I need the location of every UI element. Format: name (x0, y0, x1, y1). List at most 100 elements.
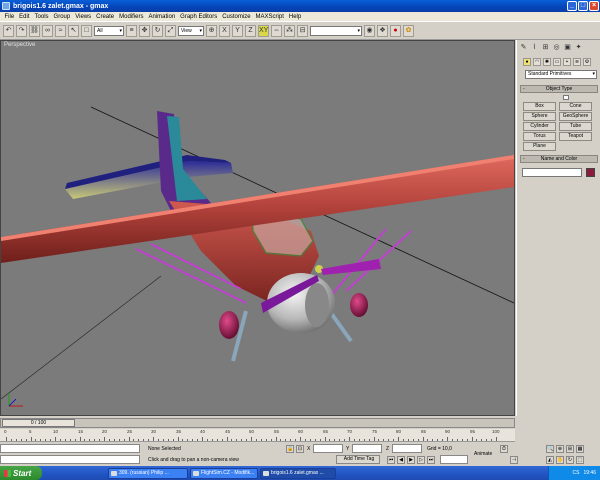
selection-filter-dropdown[interactable]: All (94, 25, 124, 36)
go-to-start-icon[interactable]: ⏮ (387, 456, 395, 464)
time-slider-thumb[interactable]: 0 / 100 (2, 419, 75, 427)
zoom-all-icon[interactable]: ⊕ (556, 445, 564, 453)
add-time-tag-button[interactable]: Add Time Tag (336, 455, 380, 464)
maxscript-listener-field[interactable] (0, 444, 140, 453)
undo-icon[interactable]: ↶ (3, 24, 14, 37)
geosphere-button[interactable]: GeoSphere (559, 112, 592, 121)
cylinder-button[interactable]: Cylinder (523, 122, 556, 131)
menu-animation[interactable]: Animation (146, 14, 178, 20)
perspective-viewport[interactable]: Perspective (0, 40, 515, 416)
time-slider-track[interactable] (0, 418, 515, 428)
zoom-extents-icon[interactable]: ⊞ (566, 445, 574, 453)
menu-edit[interactable]: Edit (17, 14, 32, 20)
close-button[interactable]: × (589, 1, 599, 11)
menu-file[interactable]: File (2, 14, 17, 20)
mirror-icon[interactable]: ⇔ (271, 24, 282, 37)
menu-tools[interactable]: Tools (32, 14, 51, 20)
menu-group[interactable]: Group (51, 14, 73, 20)
array-icon[interactable]: ⁂ (284, 24, 295, 37)
menu-views[interactable]: Views (73, 14, 94, 20)
geometry-icon[interactable]: ● (523, 58, 531, 66)
previous-frame-icon[interactable]: ◀ (397, 456, 405, 464)
lock-selection-icon[interactable]: 🔒 (286, 445, 294, 453)
taskbar-item-gmax[interactable]: brigois1.6 zalet.gmax ... (260, 468, 336, 479)
display-tab-icon[interactable]: ▣ (563, 43, 572, 52)
object-color-swatch[interactable] (586, 168, 595, 177)
helpers-icon[interactable]: + (563, 58, 571, 66)
x-coordinate-field[interactable] (313, 444, 343, 453)
cone-button[interactable]: Cone (559, 102, 592, 111)
shapes-icon[interactable]: ◠ (533, 58, 541, 66)
menu-maxscript[interactable]: MAXScript (253, 14, 286, 20)
start-button[interactable]: Start (0, 466, 42, 480)
select-region-icon[interactable]: □ (81, 24, 92, 37)
menu-customize[interactable]: Customize (220, 14, 253, 20)
arc-rotate-icon[interactable]: ↻ (566, 456, 574, 464)
key-mode-icon[interactable]: ⊣ (510, 456, 518, 464)
object-name-field[interactable] (522, 168, 582, 177)
plane-button[interactable]: Plane (523, 142, 556, 151)
space-warps-icon[interactable]: ≋ (573, 58, 581, 66)
maximize-button[interactable]: □ (578, 1, 588, 11)
zoom-icon[interactable]: 🔍 (546, 445, 554, 453)
torus-button[interactable]: Torus (523, 132, 556, 141)
pan-icon[interactable]: ✋ (556, 456, 564, 464)
maximize-viewport-icon[interactable]: ⬚ (576, 456, 584, 464)
restrict-y-icon[interactable]: Y (232, 24, 243, 37)
create-tab-icon[interactable]: ✎ (519, 43, 528, 52)
modify-tab-icon[interactable]: ⌇ (530, 43, 539, 52)
zoom-extents-all-icon[interactable]: ▦ (576, 445, 584, 453)
language-indicator[interactable]: CS (573, 470, 580, 476)
cameras-icon[interactable]: ▭ (553, 58, 561, 66)
utilities-tab-icon[interactable]: ✦ (574, 43, 583, 52)
teapot-render-icon[interactable]: ● (390, 24, 401, 37)
absolute-mode-icon[interactable]: ⊡ (296, 445, 304, 453)
redo-icon[interactable]: ↷ (16, 24, 27, 37)
sphere-button[interactable]: Sphere (523, 112, 556, 121)
tube-button[interactable]: Tube (559, 122, 592, 131)
named-selection-dropdown[interactable] (310, 25, 362, 36)
box-button[interactable]: Box (523, 102, 556, 111)
hierarchy-tab-icon[interactable]: ⊞ (541, 43, 550, 52)
bind-space-warp-icon[interactable]: ≈ (55, 24, 66, 37)
reference-coordinate-dropdown[interactable]: View (178, 25, 204, 36)
select-scale-icon[interactable]: ⤢ (165, 24, 176, 37)
select-move-icon[interactable]: ✥ (139, 24, 150, 37)
restrict-z-icon[interactable]: Z (245, 24, 256, 37)
quick-render-icon[interactable]: ✿ (403, 24, 414, 37)
name-and-color-rollout[interactable]: - Name and Color (520, 155, 598, 163)
field-of-view-icon[interactable]: ◭ (546, 456, 554, 464)
select-object-icon[interactable]: ↖ (68, 24, 79, 37)
object-type-rollout[interactable]: - Object Type (520, 85, 598, 93)
time-configuration-icon[interactable]: ⏱ (500, 445, 508, 453)
minimize-button[interactable]: _ (567, 1, 577, 11)
render-icon[interactable]: ❖ (377, 24, 388, 37)
motion-tab-icon[interactable]: ◎ (552, 43, 561, 52)
select-link-icon[interactable]: ⛓ (29, 24, 40, 37)
menu-modifiers[interactable]: Modifiers (117, 14, 146, 20)
unlink-icon[interactable]: ∞ (42, 24, 53, 37)
restrict-xy-icon[interactable]: XY (258, 24, 269, 37)
menu-create[interactable]: Create (94, 14, 117, 20)
restrict-x-icon[interactable]: X (219, 24, 230, 37)
current-frame-field[interactable] (440, 455, 468, 464)
pivot-center-icon[interactable]: ⊕ (206, 24, 217, 37)
autogrid-checkbox[interactable] (563, 95, 569, 100)
menu-help[interactable]: Help (286, 14, 303, 20)
maxscript-output-field[interactable] (0, 455, 140, 464)
track-bar[interactable]: 0 5 10 15 20 25 30 35 40 45 50 55 60 65 … (0, 429, 515, 442)
systems-icon[interactable]: ⚙ (583, 58, 591, 66)
y-coordinate-field[interactable] (352, 444, 382, 453)
next-frame-icon[interactable]: ▷ (417, 456, 425, 464)
select-by-name-icon[interactable]: ≡ (126, 24, 137, 37)
play-icon[interactable]: ▶ (407, 456, 415, 464)
go-to-end-icon[interactable]: ⏭ (427, 456, 435, 464)
z-coordinate-field[interactable] (392, 444, 422, 453)
taskbar-item-philip[interactable]: 309. (russian) Philip ... (108, 468, 188, 479)
select-rotate-icon[interactable]: ↻ (152, 24, 163, 37)
teapot-button[interactable]: Teapot (559, 132, 592, 141)
taskbar-item-flightsim[interactable]: FlightSim.CZ - Modifik... (190, 468, 258, 479)
align-icon[interactable]: ⊟ (297, 24, 308, 37)
material-editor-icon[interactable]: ◉ (364, 24, 375, 37)
menu-graph-editors[interactable]: Graph Editors (178, 14, 220, 20)
